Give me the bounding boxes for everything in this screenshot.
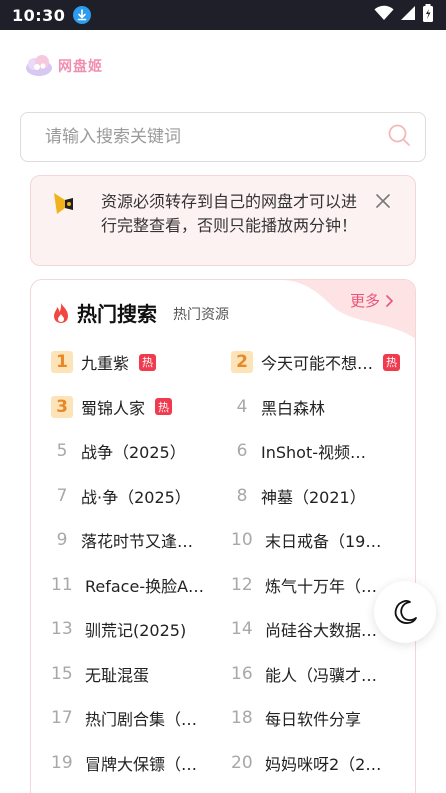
hot-subtitle: 热门资源 bbox=[173, 307, 229, 323]
hot-item-title: InShot-视频编辑… bbox=[261, 443, 381, 463]
rank-number: 3 bbox=[51, 395, 73, 418]
download-icon bbox=[73, 6, 92, 24]
hot-item-title: 无耻混蛋 bbox=[85, 665, 150, 685]
rank-number: 9 bbox=[56, 530, 68, 551]
rank-number: 6 bbox=[236, 441, 248, 462]
rank-number: 17 bbox=[51, 708, 73, 729]
status-bar: 10:30 bbox=[0, 0, 446, 30]
more-label: 更多 bbox=[349, 292, 380, 310]
hot-item-title: 九重紫 bbox=[81, 354, 130, 374]
hot-item[interactable]: 15 无耻混蛋 bbox=[51, 652, 221, 697]
hot-item[interactable]: 4 黑白森林 bbox=[231, 385, 401, 430]
rank-number: 20 bbox=[231, 752, 253, 773]
hot-row: 19 冒牌大保镖（… 20 妈妈咪呀2（2… bbox=[31, 741, 415, 786]
rank-number: 13 bbox=[51, 619, 73, 640]
hot-item[interactable]: 9 落花时节又逢君… bbox=[51, 518, 221, 563]
hot-item-title: 妈妈咪呀2（2… bbox=[265, 754, 382, 774]
hot-item[interactable]: 1 九重紫热 bbox=[51, 340, 221, 385]
hot-title: 热门搜索 bbox=[77, 302, 157, 326]
hot-item[interactable]: 2 今天可能不想… 热 bbox=[231, 340, 401, 385]
logo-text: 网盘姬 bbox=[58, 59, 103, 75]
hot-item-title: 驯荒记(2025) bbox=[85, 621, 187, 641]
hot-row: 9 落花时节又逢君… 10 末日戒备（1999… bbox=[31, 518, 415, 563]
hot-item-title: 落花时节又逢君… bbox=[81, 532, 203, 552]
rank-number: 16 bbox=[231, 663, 253, 684]
theme-toggle-button[interactable] bbox=[374, 581, 436, 643]
more-button[interactable]: 更多 bbox=[350, 290, 393, 311]
hot-item-title: 今天可能不想… bbox=[261, 354, 374, 374]
close-icon[interactable] bbox=[375, 193, 391, 209]
battery-icon bbox=[422, 4, 434, 26]
status-icons bbox=[374, 4, 434, 26]
rank-number: 15 bbox=[51, 663, 73, 684]
rank-number: 5 bbox=[56, 441, 68, 462]
hot-item-title: 炼气十万年（… bbox=[265, 576, 378, 596]
search-input[interactable] bbox=[45, 127, 387, 147]
hot-item-title: 蜀锦人家 bbox=[81, 398, 146, 418]
hot-item[interactable]: 8 神墓（2021） bbox=[231, 474, 401, 519]
cloud-logo-icon bbox=[26, 55, 52, 76]
rank-number: 12 bbox=[231, 574, 253, 595]
fire-icon bbox=[54, 302, 68, 323]
notice-text: 资源必须转存到自己的网盘才可以进行完整查看，否则只能播放两分钟！ bbox=[101, 192, 358, 235]
hot-badge: 热 bbox=[139, 353, 157, 371]
rank-number: 1 bbox=[51, 351, 73, 374]
hot-badge: 热 bbox=[155, 398, 173, 416]
rank-number: 19 bbox=[51, 752, 73, 773]
rank-number: 14 bbox=[231, 619, 253, 640]
hot-item[interactable]: 5 战争（2025） bbox=[51, 429, 221, 474]
hot-badge: 热 bbox=[383, 353, 401, 371]
hot-search-card: 热门搜索 热门资源 更多 1 九重紫热 2 今天可能不想… 热 3 蜀锦人家热 4 黑白森林 5 战… bbox=[30, 279, 416, 793]
notice-banner: 资源必须转存到自己的网盘才可以进行完整查看，否则只能播放两分钟！ bbox=[30, 175, 416, 266]
hot-item-title: 战·争（2025） bbox=[81, 487, 191, 507]
rank-number: 4 bbox=[236, 396, 248, 417]
hot-row: 11 Reface-换脸AI… 12 炼气十万年（… bbox=[31, 563, 415, 608]
hot-item[interactable]: 11 Reface-换脸AI… bbox=[51, 563, 221, 608]
hot-item-title: 黑白森林 bbox=[261, 398, 326, 418]
hot-row: 15 无耻混蛋 16 能人（冯骥才）… bbox=[31, 652, 415, 697]
hot-header: 热门搜索 热门资源 bbox=[51, 298, 229, 327]
hot-item-title: 冒牌大保镖（… bbox=[85, 754, 198, 774]
search-icon[interactable] bbox=[387, 123, 411, 151]
hot-item[interactable]: 17 热门剧合集（… bbox=[51, 696, 221, 741]
wifi-icon bbox=[374, 5, 394, 25]
chevron-right-icon bbox=[386, 294, 393, 307]
megaphone-icon bbox=[54, 193, 73, 214]
rank-number: 2 bbox=[231, 351, 253, 374]
hot-row: 7 战·争（2025） 8 神墓（2021） bbox=[31, 474, 415, 519]
hot-item[interactable]: 7 战·争（2025） bbox=[51, 474, 221, 519]
hot-item-title: 每日软件分享 bbox=[265, 710, 362, 730]
hot-item-title: 热门剧合集（… bbox=[85, 710, 198, 730]
hot-item[interactable]: 16 能人（冯骥才）… bbox=[231, 652, 401, 697]
moon-icon bbox=[394, 599, 417, 624]
hot-item-title: 战争（2025） bbox=[81, 443, 186, 463]
rank-number: 7 bbox=[56, 485, 68, 506]
hot-item[interactable]: 18 每日软件分享 bbox=[231, 696, 401, 741]
hot-item[interactable]: 19 冒牌大保镖（… bbox=[51, 741, 221, 786]
hot-row: 5 战争（2025） 6 InShot-视频编辑… bbox=[31, 429, 415, 474]
hot-item[interactable]: 20 妈妈咪呀2（2… bbox=[231, 741, 401, 786]
hot-item-title: 尚硅谷大数据… bbox=[265, 621, 378, 641]
search-bar[interactable] bbox=[20, 112, 426, 162]
hot-item-title: 能人（冯骥才）… bbox=[265, 665, 385, 685]
rank-number: 11 bbox=[51, 574, 73, 595]
hot-row: 3 蜀锦人家热 4 黑白森林 bbox=[31, 385, 415, 430]
hot-row: 17 热门剧合集（… 18 每日软件分享 bbox=[31, 696, 415, 741]
hot-item[interactable]: 3 蜀锦人家热 bbox=[51, 385, 221, 430]
signal-icon bbox=[400, 5, 416, 25]
hot-item[interactable]: 10 末日戒备（1999… bbox=[231, 518, 401, 563]
hot-item-title: 神墓（2021） bbox=[261, 487, 366, 507]
hot-item-title: Reface-换脸AI… bbox=[85, 576, 207, 596]
rank-number: 8 bbox=[236, 485, 248, 506]
rank-number: 18 bbox=[231, 708, 253, 729]
hot-row: 1 九重紫热 2 今天可能不想… 热 bbox=[31, 340, 415, 385]
status-time: 10:30 bbox=[12, 5, 66, 25]
rank-number: 10 bbox=[231, 530, 253, 551]
app-logo: 网盘姬 bbox=[24, 54, 103, 78]
hot-item[interactable]: 13 驯荒记(2025) bbox=[51, 607, 221, 652]
hot-item-title: 末日戒备（1999… bbox=[265, 532, 385, 552]
hot-item[interactable]: 6 InShot-视频编辑… bbox=[231, 429, 401, 474]
hot-row: 13 驯荒记(2025) 14 尚硅谷大数据… bbox=[31, 607, 415, 652]
